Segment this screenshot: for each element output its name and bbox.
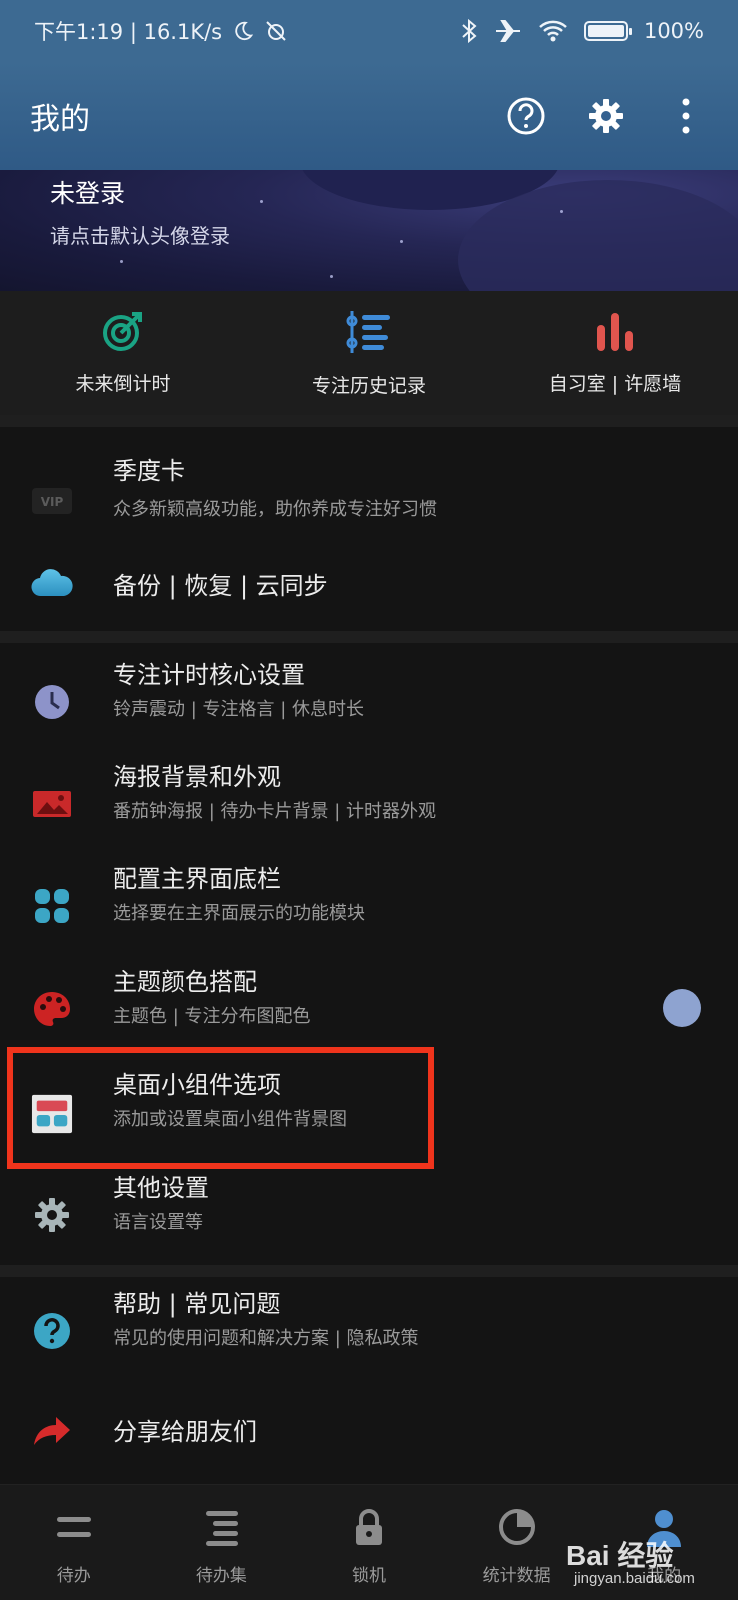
menu-item-subtitle: 铃声震动 | 专注格言 | 休息时长 (113, 699, 365, 720)
lock-icon (355, 1509, 382, 1545)
menu-item-subtitle: 选择要在主界面展示的功能模块 (113, 903, 365, 924)
menu-item-share[interactable]: 分享给朋友们 (0, 1390, 738, 1470)
section-divider (0, 631, 738, 643)
tab-lock[interactable]: 锁机 (295, 1485, 443, 1600)
quick-action-label: 专注历史记录 (311, 375, 426, 397)
section-divider (0, 415, 738, 427)
quick-action-history[interactable]: 专注历史记录 (246, 291, 492, 415)
palette-icon (31, 988, 73, 1030)
menu-item-bottom-bar[interactable]: 配置主界面底栏 选择要在主界面展示的功能模块 (0, 859, 738, 955)
gear-icon (31, 1194, 73, 1236)
quick-action-countdown[interactable]: 未来倒计时 (0, 291, 246, 415)
menu-item-backup-sync[interactable]: 备份 | 恢复 | 云同步 (0, 548, 738, 618)
quick-action-label: 自习室 | 许愿墙 (548, 373, 682, 395)
moon-icon (235, 21, 254, 41)
pie-chart-icon (498, 1509, 535, 1545)
status-bar: 下午1:19 | 16.1K/s 100% (0, 0, 738, 62)
vip-icon: VIP (31, 480, 73, 522)
share-icon (31, 1408, 73, 1450)
menu-item-title: 其他设置 (113, 1174, 209, 1202)
quick-actions: 未来倒计时 专注历史记录 自习室 | 许愿墙 (0, 291, 738, 415)
menu-item-title: 帮助 | 常见问题 (113, 1290, 281, 1318)
floating-ball[interactable] (663, 989, 701, 1027)
menu-item-title: 季度卡 (113, 457, 185, 485)
login-banner[interactable]: 未登录 请点击默认头像登录 (0, 170, 738, 291)
todo-icon (56, 1517, 91, 1537)
menu-item-title: 配置主界面底栏 (113, 865, 281, 893)
app-bar: 我的 (0, 62, 738, 170)
cloud-icon (31, 562, 73, 604)
menu-item-theme-color[interactable]: 主题颜色搭配 主题色 | 专注分布图配色 (0, 962, 738, 1058)
bar-chart-icon (597, 313, 633, 351)
tab-label: 待办集 (195, 1566, 247, 1586)
menu-item-poster-appearance[interactable]: 海报背景和外观 番茄钟海报 | 待办卡片背景 | 计时器外观 (0, 757, 738, 853)
watermark-url: jingyan.baidu.com (574, 1570, 695, 1587)
battery-icon (583, 21, 632, 41)
grid-icon (31, 885, 73, 927)
login-status: 未登录 (50, 179, 126, 208)
menu-item-subtitle: 主题色 | 专注分布图配色 (113, 1006, 311, 1027)
status-time: 下午1:19 | 16.1K/s (34, 20, 223, 44)
clock-icon (31, 681, 73, 723)
section-divider (0, 1265, 738, 1277)
menu-item-subtitle: 常见的使用问题和解决方案 | 隐私政策 (113, 1328, 419, 1349)
airplane-icon (495, 20, 520, 42)
question-icon (31, 1310, 73, 1352)
watermark-brand: Bai 经验 (566, 1540, 674, 1571)
highlight-box (7, 1047, 434, 1169)
menu-item-season-card[interactable]: VIP 季度卡 众多新颖高级功能，助你养成专注好习惯 (0, 443, 738, 543)
tab-todo-set[interactable]: 待办集 (148, 1485, 296, 1600)
menu-item-help-faq[interactable]: 帮助 | 常见问题 常见的使用问题和解决方案 | 隐私政策 (0, 1284, 738, 1380)
menu-item-title: 专注计时核心设置 (113, 661, 305, 689)
battery-level: 100% (643, 19, 704, 43)
bluetooth-icon (462, 18, 477, 44)
svg-text:VIP: VIP (41, 495, 64, 509)
image-icon (31, 783, 73, 825)
menu-item-title: 海报背景和外观 (113, 763, 281, 791)
page-title: 我的 (30, 102, 90, 137)
timeline-list-icon (346, 311, 390, 353)
tab-label: 统计数据 (482, 1566, 551, 1586)
menu-item-title: 分享给朋友们 (113, 1418, 257, 1446)
more-icon[interactable] (664, 94, 708, 138)
menu-item-title: 备份 | 恢复 | 云同步 (113, 572, 328, 600)
login-hint: 请点击默认头像登录 (50, 224, 230, 248)
wifi-icon (539, 20, 567, 42)
help-icon[interactable] (504, 94, 548, 138)
menu-item-subtitle: 众多新颖高级功能，助你养成专注好习惯 (113, 499, 437, 520)
menu-item-focus-settings[interactable]: 专注计时核心设置 铃声震动 | 专注格言 | 休息时长 (0, 655, 738, 751)
settings-icon[interactable] (584, 94, 628, 138)
menu-item-other-settings[interactable]: 其他设置 语言设置等 (0, 1168, 738, 1264)
todo-set-icon (206, 1511, 239, 1546)
quick-action-study-room[interactable]: 自习室 | 许愿墙 (492, 291, 738, 415)
tab-label: 锁机 (351, 1566, 386, 1586)
menu-item-subtitle: 语言设置等 (113, 1212, 203, 1233)
menu-item-title: 主题颜色搭配 (113, 968, 257, 996)
watermark: Bai 经验 jingyan.baidu.com (560, 1534, 720, 1594)
quick-action-label: 未来倒计时 (75, 373, 171, 395)
alarm-off-icon (266, 21, 286, 41)
menu-item-subtitle: 番茄钟海报 | 待办卡片背景 | 计时器外观 (113, 801, 437, 822)
tab-label: 待办 (56, 1566, 91, 1586)
target-icon (103, 312, 142, 351)
tab-todo[interactable]: 待办 (0, 1485, 148, 1600)
